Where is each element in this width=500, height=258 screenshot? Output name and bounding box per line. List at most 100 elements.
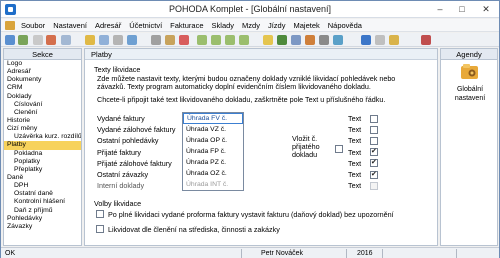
text-option-checkbox[interactable] [370,136,378,145]
list-item[interactable]: Úhrada INT č. [183,179,243,190]
menu-item[interactable]: Nápověda [324,19,366,32]
liquidation-row-label: Vydané zálohové faktury [97,125,176,135]
list-item[interactable]: Úhrada PZ č. [183,157,243,168]
sidebar-item[interactable]: Platby [4,141,81,150]
centers-option-checkbox[interactable] [96,225,104,233]
global-settings-icon[interactable] [460,63,479,80]
sidebar-item[interactable]: Adresář [4,68,81,76]
sidebar-item[interactable]: Číslování [4,101,81,109]
list-item[interactable]: Úhrada VZ č. [183,124,243,135]
sidebar-item[interactable]: Uzávěrka kurz. rozdílů [4,133,81,141]
sidebar-item[interactable]: Pokladna [4,150,81,158]
sidebar-item[interactable]: Logo [4,60,81,68]
close-button[interactable]: ✕ [475,1,497,17]
status-year: 2016 [357,250,373,257]
description-line-2: závazků. Texty program automaticky dopln… [97,82,371,91]
text-option-checkbox[interactable] [370,125,378,134]
sidebar-item[interactable]: Cizí měny [4,125,81,133]
text-option-label: Text [348,158,362,168]
home-icon[interactable] [5,35,15,45]
list-item[interactable]: Úhrada OP č. [183,135,243,146]
liquidation-row-label: Ostatní pohledávky [97,136,159,146]
menu-item[interactable]: Mzdy [238,19,264,32]
menu-item[interactable]: Sklady [208,19,239,32]
sections-title: Sekce [4,49,81,60]
document-icon[interactable] [33,35,43,45]
sidebar-item[interactable]: Přeplatky [4,166,81,174]
previous-record-icon[interactable] [211,35,221,45]
sidebar-item[interactable]: DPH [4,182,81,190]
menu-item[interactable]: Majetek [289,19,323,32]
text-option-checkbox[interactable] [370,170,378,179]
delete-icon[interactable] [46,35,56,45]
sidebar-item[interactable]: Historie [4,117,81,125]
menu-item[interactable]: Účetnictví [125,19,166,32]
sidebar-item[interactable]: Poplatky [4,158,81,166]
sidebar-item[interactable]: Členění [4,109,81,117]
global-settings-agenda[interactable]: Globální nastavení [441,85,499,103]
maximize-button[interactable]: □ [451,1,473,17]
toolbar [1,33,499,47]
minimize-button[interactable]: – [429,1,451,17]
first-record-icon[interactable] [197,35,207,45]
help-icon[interactable] [361,35,371,45]
text-option-checkbox[interactable] [370,114,378,123]
folder-icon[interactable] [263,35,273,45]
list-item[interactable]: Úhrada FV č. [183,113,243,124]
sidebar-item[interactable]: Doklady [4,93,81,101]
print-icon[interactable] [113,35,123,45]
calculator-icon[interactable] [319,35,329,45]
calendar-icon[interactable] [375,35,385,45]
options-section-title: Volby likvidace [94,199,142,208]
info-icon[interactable] [333,35,343,45]
insert-doc-number-checkbox[interactable] [335,145,343,153]
status-divider [456,249,457,258]
menu-app-icon[interactable] [5,21,15,30]
liquidation-text-list[interactable]: Úhrada FV č. Úhrada VZ č. Úhrada OP č. Úhra… [182,112,244,191]
search-icon[interactable] [165,35,175,45]
menu-item[interactable]: Jízdy [264,19,290,32]
menu-item[interactable]: Adresář [91,19,125,32]
text-option-label: Text [348,136,362,146]
text-option-checkbox[interactable] [370,181,378,190]
sidebar-item[interactable]: Pohledávky [4,215,81,223]
back-icon[interactable] [18,35,28,45]
sidebar-item[interactable]: Dokumenty [4,76,81,84]
cancel-icon[interactable] [179,35,189,45]
text-option-checkbox[interactable] [370,147,378,157]
last-record-icon[interactable] [239,35,249,45]
menu-item[interactable]: Nastavení [49,19,91,32]
section-tab-title: Platby [85,49,437,60]
sidebar-item[interactable]: Daně [4,174,81,182]
edit-icon[interactable] [85,35,95,45]
menu-item[interactable]: Soubor [17,19,49,32]
text-option-checkbox[interactable] [370,158,378,168]
list-item[interactable]: Úhrada FP č. [183,146,243,157]
filter-icon[interactable] [151,35,161,45]
menu-item[interactable]: Fakturace [166,19,207,32]
text-option-label: Text [348,170,362,179]
sections-panel: Sekce Logo Adresář Dokumenty CRM Doklady Čísl… [3,48,82,246]
sidebar-item[interactable]: Daň z příjmů [4,207,81,215]
sidebar-item[interactable]: CRM [4,84,81,92]
hint-text: Chcete-li připojit také text likvidované… [97,95,386,104]
settings-content: Platby Texty likvidace Zde můžete nastav… [84,48,438,246]
settings-icon[interactable] [291,35,301,45]
sidebar-item[interactable]: Závazky [4,223,81,231]
status-user: Petr Nováček [261,250,304,257]
table-icon[interactable] [277,35,287,45]
next-record-icon[interactable] [225,35,235,45]
exit-icon[interactable] [421,35,431,45]
list-item[interactable]: Úhrada OZ č. [183,168,243,179]
status-bar: OK Petr Nováček 2016 [1,247,499,258]
status-ok: OK [5,250,16,257]
lock-icon[interactable] [389,35,399,45]
status-divider [346,249,347,258]
save-icon[interactable] [61,35,71,45]
sidebar-item[interactable]: Ostatní daně [4,190,81,198]
proforma-option-checkbox[interactable] [96,210,104,218]
copy-icon[interactable] [99,35,109,45]
preview-icon[interactable] [127,35,137,45]
report-icon[interactable] [305,35,315,45]
sidebar-item[interactable]: Kontrolní hlášení [4,198,81,206]
